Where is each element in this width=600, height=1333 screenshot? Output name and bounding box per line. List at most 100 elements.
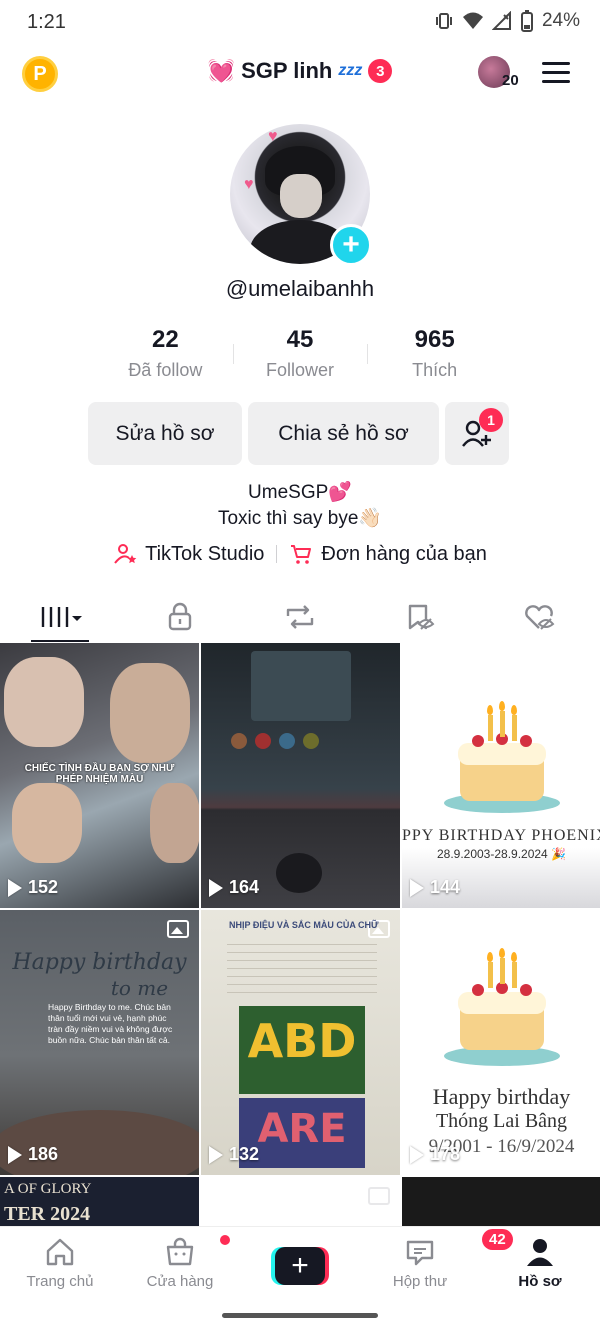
video-thumbnail[interactable]: 164: [201, 643, 400, 908]
view-count: 144: [410, 877, 460, 898]
nav-create[interactable]: +: [240, 1227, 360, 1304]
thumb-text: 28.9.2003-28.9.2024 🎉: [436, 847, 567, 861]
person-figure: [110, 663, 190, 763]
add-avatar-button[interactable]: +: [330, 224, 372, 266]
play-icon: [410, 1145, 424, 1164]
video-thumbnail[interactable]: [402, 1177, 600, 1227]
notification-dot: [220, 1235, 230, 1245]
home-icon: [46, 1238, 74, 1266]
heart-icon: 💓: [207, 58, 236, 83]
thumb-text: A OF GLORY: [4, 1181, 92, 1197]
play-icon: [8, 1145, 22, 1164]
tiktok-studio-link[interactable]: TikTok Studio: [113, 542, 264, 566]
view-count-value: 132: [229, 1144, 260, 1164]
edit-profile-button[interactable]: Sửa hồ sơ: [88, 402, 242, 465]
sleep-icon: zzz: [338, 62, 363, 79]
stat-followers[interactable]: 45 Follower: [232, 326, 368, 381]
menu-icon[interactable]: [542, 62, 570, 86]
orders-link[interactable]: Đơn hàng của bạn: [289, 542, 487, 566]
nav-label: Hộp thư: [392, 1273, 448, 1290]
share-profile-button[interactable]: Chia sẻ hồ sơ: [248, 402, 439, 465]
heart-hidden-icon: [525, 605, 555, 630]
person-figure: [4, 657, 84, 747]
nav-profile[interactable]: Hồ sơ: [480, 1227, 600, 1304]
video-thumbnail[interactable]: Happy birthday Thóng Lai Bâng 9/2001 - 1…: [402, 910, 600, 1175]
add-friend-button[interactable]: 1: [445, 402, 509, 465]
heart-sticker-icon: ♥: [244, 176, 254, 193]
status-icons: 24%: [434, 10, 580, 32]
view-count-value: 186: [28, 1144, 59, 1164]
link-label: TikTok Studio: [145, 542, 265, 565]
stat-value: 965: [414, 326, 455, 353]
profile-stats: 22 Đã follow 45 Follower 965 Thích: [98, 326, 502, 381]
signal-icon: [491, 11, 511, 30]
home-indicator[interactable]: [222, 1313, 378, 1318]
view-count-value: 152: [28, 877, 59, 897]
thumb-text: Happy birthday: [12, 950, 187, 975]
text-lines: [227, 944, 377, 994]
tab-private[interactable]: [120, 592, 240, 642]
view-count: 186: [8, 1144, 58, 1165]
plus-icon: +: [275, 1247, 325, 1285]
photo-thumbnail[interactable]: NHỊP ĐIỆU VÀ SẮC MÀU CỦA CHỮ ABD ARE 132: [201, 910, 400, 1175]
thumb-text: TER 2024: [4, 1203, 91, 1225]
avatar-face: [280, 174, 322, 218]
stat-following[interactable]: 22 Đã follow: [98, 326, 233, 381]
thumb-text: PPY BIRTHDAY PHOENIX: [402, 827, 600, 844]
bottom-nav: Trang chủ Cửa hàng + 42 Hộp thư Hồ sơ: [0, 1226, 600, 1304]
view-count-value: 144: [430, 877, 461, 897]
person-head: [276, 853, 322, 893]
nav-shop[interactable]: Cửa hàng: [120, 1227, 240, 1304]
tab-favorites[interactable]: [360, 592, 480, 642]
thumb-text: NHỊP ĐIỆU VÀ SẮC MÀU CỦA CHỮ: [229, 920, 379, 930]
game-map: [251, 651, 351, 721]
lock-icon: [168, 602, 192, 631]
link-label: Đơn hàng của bạn: [321, 542, 487, 565]
cake-top: [0, 1110, 199, 1175]
nav-inbox[interactable]: 42 Hộp thư: [360, 1227, 513, 1304]
photo-icon: [167, 920, 189, 938]
profile-actions: Sửa hồ sơ Chia sẻ hồ sơ 1: [88, 402, 509, 465]
profile-links: TikTok Studio Đơn hàng của bạn: [0, 542, 600, 566]
video-thumbnail[interactable]: PPY BIRTHDAY PHOENIX 28.9.2003-28.9.2024…: [402, 643, 600, 908]
play-icon: [410, 878, 424, 897]
thumb-text: Happy birthday: [432, 1084, 571, 1109]
play-icon: [209, 878, 223, 897]
video-thumbnail[interactable]: A OF GLORY TER 2024: [0, 1177, 199, 1227]
link-divider: [276, 545, 278, 563]
battery-icon: [520, 10, 533, 32]
shop-bag-icon: [166, 1237, 194, 1266]
nav-label: Cửa hàng: [146, 1273, 214, 1290]
view-count: 178: [410, 1144, 460, 1165]
account-switch-count: 20: [502, 72, 519, 89]
thumb-text: to me: [110, 976, 169, 1000]
bio-line: Toxic thì say bye👋🏻: [217, 508, 383, 529]
nav-home[interactable]: Trang chủ: [0, 1227, 120, 1304]
repost-icon: [286, 605, 314, 629]
thumb-text: Thóng Lai Bâng: [435, 1110, 568, 1132]
thumb-text: ABD: [247, 1014, 357, 1068]
bookmark-hidden-icon: [408, 604, 435, 630]
video-thumbnail[interactable]: CHIẾC TÌNH ĐẦU BẠN SỢ NHƯ PHÉP NHIỆM MÀU…: [0, 643, 199, 908]
tab-reposts[interactable]: [240, 592, 360, 642]
add-friend-badge: 1: [479, 408, 503, 432]
photo-thumbnail[interactable]: Happy birthday to me Happy Birthday to m…: [0, 910, 199, 1175]
profile-header: P 💓 SGP linh zzz 3 20: [0, 52, 600, 96]
create-button[interactable]: +: [271, 1247, 329, 1285]
game-hud: [231, 733, 361, 753]
stat-likes[interactable]: 965 Thích: [367, 326, 502, 381]
play-icon: [209, 1145, 223, 1164]
tab-liked[interactable]: [480, 592, 600, 642]
stat-label: Thích: [412, 360, 458, 380]
profile-bio: UmeSGP💕 Toxic thì say bye👋🏻: [0, 480, 600, 532]
profile-icon: [527, 1239, 553, 1266]
profile-handle: @umelaibanhh: [225, 276, 375, 301]
tab-videos[interactable]: [0, 592, 120, 642]
cart-icon: [291, 545, 312, 564]
person-figure: [150, 783, 199, 863]
photo-thumbnail[interactable]: [201, 1177, 400, 1227]
stat-value: 45: [286, 326, 314, 353]
video-grid: CHIẾC TÌNH ĐẦU BẠN SỢ NHƯ PHÉP NHIỆM MÀU…: [0, 643, 600, 1227]
stat-value: 22: [151, 326, 179, 353]
view-count-value: 164: [229, 877, 260, 897]
